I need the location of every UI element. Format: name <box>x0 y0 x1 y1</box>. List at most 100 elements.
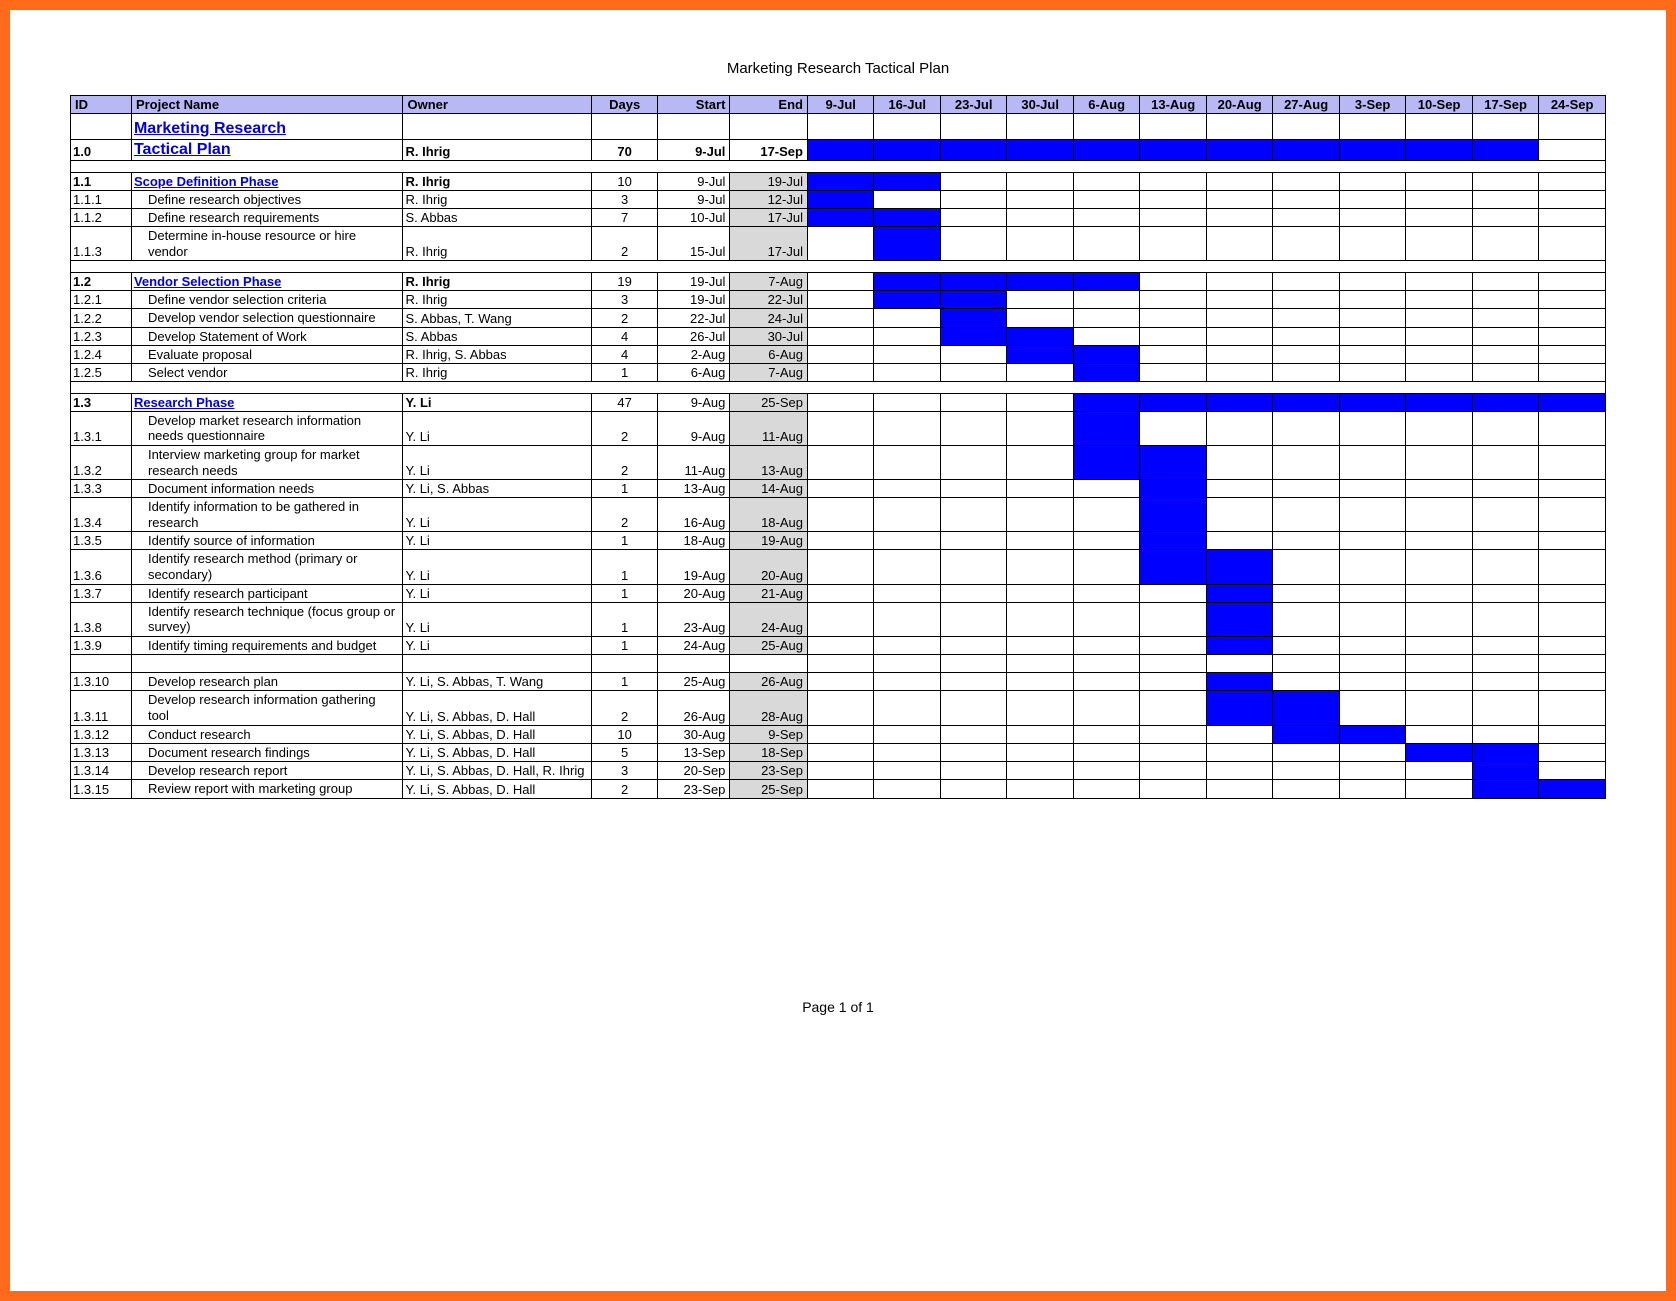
gantt-cell <box>1206 691 1272 725</box>
cell-owner: Y. Li <box>403 584 591 602</box>
gantt-cell <box>807 550 873 584</box>
gantt-cell <box>1007 227 1073 261</box>
table-row: 1.3.6Identify research method (primary o… <box>71 550 1606 584</box>
table-row: 1.3.1Develop market research information… <box>71 411 1606 445</box>
cell-end: 9-Sep <box>730 725 808 743</box>
gantt-cell <box>1140 345 1206 363</box>
table-row: 1.2.2Develop vendor selection questionna… <box>71 309 1606 328</box>
gantt-cell <box>1406 411 1472 445</box>
gantt-cell <box>874 498 940 532</box>
gantt-cell <box>1273 480 1339 498</box>
gantt-cell <box>1007 191 1073 209</box>
cell-name: Scope Definition Phase <box>131 173 403 191</box>
gantt-cell <box>1406 140 1472 161</box>
gantt-cell <box>1273 691 1339 725</box>
table-row: 1.1.2Define research requirementsS. Abba… <box>71 209 1606 227</box>
gantt-cell <box>1339 345 1405 363</box>
cell-name: Evaluate proposal <box>131 345 403 363</box>
gantt-cell <box>874 309 940 328</box>
cell-start: 30-Aug <box>658 725 730 743</box>
gantt-cell <box>1206 584 1272 602</box>
cell-end: 17-Jul <box>730 209 808 227</box>
gantt-cell <box>1539 309 1606 328</box>
gantt-cell <box>807 780 873 799</box>
gantt-cell <box>1140 691 1206 725</box>
cell-owner: Y. Li, S. Abbas <box>403 480 591 498</box>
gantt-cell <box>874 363 940 381</box>
gantt-cell <box>874 673 940 691</box>
cell-name: Develop research information gathering t… <box>131 691 403 725</box>
gantt-cell <box>807 327 873 345</box>
cell-id: 1.1.1 <box>71 191 132 209</box>
gantt-cell <box>1472 273 1538 291</box>
cell-name: Review report with marketing group <box>131 780 403 799</box>
gantt-cell <box>1273 584 1339 602</box>
header-days: Days <box>591 96 657 114</box>
gantt-cell <box>1007 173 1073 191</box>
gantt-cell <box>1073 114 1139 140</box>
gantt-cell <box>940 173 1006 191</box>
gantt-cell <box>1273 209 1339 227</box>
gantt-cell <box>1140 140 1206 161</box>
table-row: 1.3.10Develop research planY. Li, S. Abb… <box>71 673 1606 691</box>
cell-name: Tactical Plan <box>131 140 403 161</box>
gantt-cell <box>1206 327 1272 345</box>
cell-end: 19-Jul <box>730 173 808 191</box>
cell-end: 13-Aug <box>730 445 808 479</box>
cell-owner <box>403 114 591 140</box>
gantt-cell <box>1539 743 1606 761</box>
gantt-cell <box>1539 761 1606 780</box>
gantt-cell <box>807 636 873 655</box>
gantt-cell <box>1007 498 1073 532</box>
header-name: Project Name <box>131 96 403 114</box>
gantt-cell <box>874 393 940 411</box>
cell-start: 20-Sep <box>658 761 730 780</box>
gantt-cell <box>1472 480 1538 498</box>
header-week: 23-Jul <box>940 96 1006 114</box>
cell-days: 5 <box>591 743 657 761</box>
gantt-cell <box>1472 327 1538 345</box>
gantt-cell <box>807 114 873 140</box>
cell-end: 6-Aug <box>730 345 808 363</box>
gantt-cell <box>1406 584 1472 602</box>
gantt-cell <box>1339 532 1405 550</box>
gantt-cell <box>1007 673 1073 691</box>
cell-owner: R. Ihrig <box>403 273 591 291</box>
header-week: 10-Sep <box>1406 96 1472 114</box>
gantt-cell <box>1140 309 1206 328</box>
gantt-cell <box>1539 691 1606 725</box>
gantt-cell <box>1406 498 1472 532</box>
gantt-cell <box>1007 445 1073 479</box>
gantt-cell <box>1406 761 1472 780</box>
gantt-cell <box>1140 743 1206 761</box>
gantt-cell <box>1007 114 1073 140</box>
gantt-cell <box>1273 636 1339 655</box>
cell-name: Define research requirements <box>131 209 403 227</box>
spacer-row <box>71 381 1606 393</box>
gantt-cell <box>940 743 1006 761</box>
gantt-cell <box>1339 309 1405 328</box>
cell-days: 1 <box>591 636 657 655</box>
cell-id: 1.3.1 <box>71 411 132 445</box>
gantt-cell <box>1073 550 1139 584</box>
gantt-cell <box>1273 309 1339 328</box>
header-week: 27-Aug <box>1273 96 1339 114</box>
gantt-cell <box>874 345 940 363</box>
table-row: 1.1.1Define research objectivesR. Ihrig3… <box>71 191 1606 209</box>
cell-start: 23-Aug <box>658 602 730 636</box>
cell-id: 1.2.2 <box>71 309 132 328</box>
gantt-cell <box>1073 393 1139 411</box>
gantt-cell <box>1472 345 1538 363</box>
gantt-cell <box>1007 636 1073 655</box>
gantt-cell <box>1140 584 1206 602</box>
cell-start: 22-Jul <box>658 309 730 328</box>
gantt-cell <box>1339 743 1405 761</box>
cell-name: Develop research plan <box>131 673 403 691</box>
gantt-cell <box>1073 532 1139 550</box>
gantt-cell <box>1339 725 1405 743</box>
cell-days: 1 <box>591 550 657 584</box>
gantt-cell <box>1472 673 1538 691</box>
cell-start: 9-Jul <box>658 173 730 191</box>
cell-days: 2 <box>591 445 657 479</box>
cell-end: 19-Aug <box>730 532 808 550</box>
